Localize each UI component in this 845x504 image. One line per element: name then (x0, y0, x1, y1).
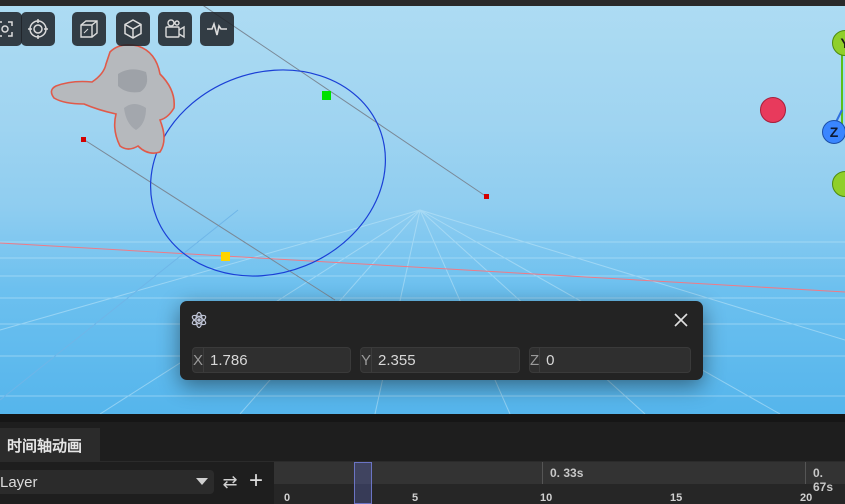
scene-viewport[interactable]: Y Z X Y Z (0, 0, 845, 414)
y-coordinate-field: Y (360, 347, 584, 373)
cube-icon (124, 19, 142, 39)
z-value-input[interactable] (540, 349, 752, 371)
chevron-down-icon (196, 478, 208, 485)
time-tick (805, 462, 806, 484)
plus-icon: + (248, 467, 263, 494)
swap-icon: ⇄ (222, 472, 238, 492)
layer-dropdown-value: Layer (0, 473, 38, 491)
handle-point (81, 137, 86, 142)
time-marker: 0. 33s (550, 466, 584, 480)
frame-number: 20 (800, 492, 813, 504)
performance-monitor-button[interactable] (200, 12, 234, 46)
camera-icon (165, 19, 185, 39)
frame-select-icon (0, 21, 13, 37)
frame-selection-button[interactable] (0, 12, 22, 46)
x-axis-label: X (193, 348, 205, 372)
layer-dropdown[interactable]: Layer (0, 470, 214, 494)
swap-layers-button[interactable]: ⇄ (220, 472, 240, 492)
object-mode-button[interactable] (116, 12, 150, 46)
selected-object[interactable] (50, 44, 176, 154)
playhead[interactable] (354, 462, 372, 504)
gizmo-z-axis[interactable]: Z (822, 120, 845, 144)
waveform-icon (207, 21, 227, 36)
time-marker: 0. 67s (813, 466, 834, 494)
focus-target-icon (28, 19, 48, 39)
frame-number: 15 (670, 492, 683, 504)
camera-settings-button[interactable] (158, 12, 192, 46)
x-coordinate-field: X (192, 347, 416, 373)
z-axis-label: Z (530, 348, 541, 372)
time-tick (542, 462, 543, 484)
focus-target-button[interactable] (21, 12, 55, 46)
frame-number: 0 (284, 492, 291, 504)
frame-number: 10 (540, 492, 553, 504)
panel-divider (0, 414, 845, 422)
transform-panel: X Y Z (180, 301, 752, 380)
perspective-cube-icon (80, 20, 98, 38)
atom-icon (191, 311, 207, 329)
handle-point (484, 194, 489, 199)
control-point-yellow (221, 252, 230, 261)
control-point-green (322, 91, 331, 100)
frame-number: 5 (412, 492, 419, 504)
z-coordinate-field: Z (529, 347, 752, 373)
timeline-track[interactable]: 0. 33s 0. 67s 0 5 10 15 20 (274, 462, 845, 504)
tab-timeline-animation[interactable]: 时间轴动画 (0, 428, 100, 462)
close-icon[interactable] (672, 311, 690, 329)
add-layer-button[interactable]: + (246, 469, 266, 493)
y-axis-label: Y (361, 348, 373, 372)
light-source-marker[interactable] (760, 97, 786, 123)
perspective-view-button[interactable] (72, 12, 106, 46)
window-top-edge (0, 0, 845, 6)
